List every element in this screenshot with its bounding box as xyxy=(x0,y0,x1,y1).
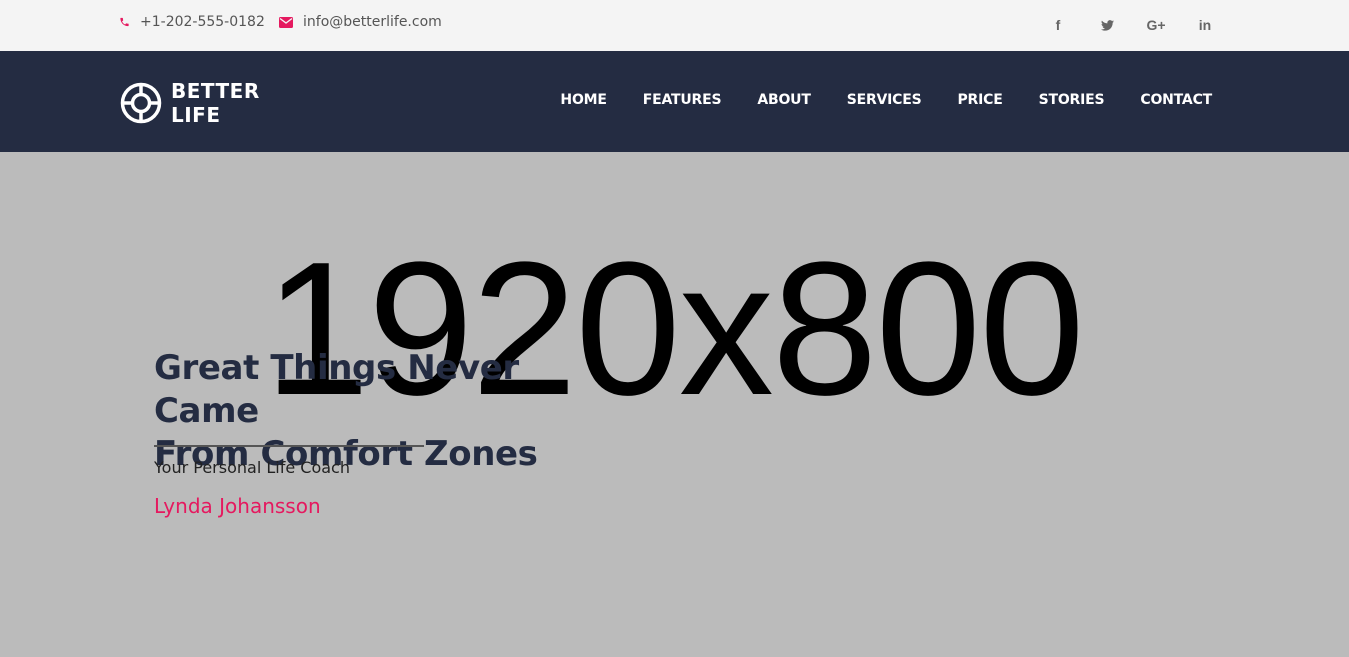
hero-headline: Great Things Never Came From Comfort Zon… xyxy=(154,347,634,476)
phone-icon xyxy=(120,17,129,27)
nav-menu: HOME FEATURES ABOUT SERVICES PRICE STORI… xyxy=(524,92,1212,108)
phone-number: +1-202-555-0182 xyxy=(140,14,265,30)
social-links: f G+ in xyxy=(1019,16,1215,34)
brand-name: BETTER LIFE xyxy=(171,79,260,127)
nav-item-stories[interactable]: STORIES xyxy=(1039,92,1105,108)
email-address: info@betterlife.com xyxy=(303,14,442,30)
brand-logo[interactable]: BETTER LIFE xyxy=(120,79,260,127)
nav-item-price[interactable]: PRICE xyxy=(958,92,1003,108)
hero-author: Lynda Johansson xyxy=(154,494,321,518)
nav-item-home[interactable]: HOME xyxy=(560,92,607,108)
hero-divider xyxy=(154,445,424,447)
google-plus-icon[interactable]: G+ xyxy=(1146,16,1166,34)
email-contact[interactable]: info@betterlife.com xyxy=(279,14,442,30)
nav-item-contact[interactable]: CONTACT xyxy=(1140,92,1212,108)
brand-line-1: BETTER xyxy=(171,79,260,103)
envelope-icon xyxy=(279,16,293,28)
phone-contact[interactable]: +1-202-555-0182 xyxy=(119,14,265,30)
facebook-icon[interactable]: f xyxy=(1048,16,1068,34)
hero-tagline: Your Personal Life Coach xyxy=(154,458,350,477)
main-navbar: BETTER LIFE HOME FEATURES ABOUT SERVICES… xyxy=(0,51,1349,152)
hero-banner: 1920x800 Great Things Never Came From Co… xyxy=(0,152,1349,657)
brand-line-2: LIFE xyxy=(171,103,221,127)
nav-item-features[interactable]: FEATURES xyxy=(643,92,722,108)
nav-item-services[interactable]: SERVICES xyxy=(847,92,922,108)
headline-line-1: Great Things Never Came xyxy=(154,348,519,431)
linkedin-icon[interactable]: in xyxy=(1195,16,1215,34)
lifebuoy-icon xyxy=(120,82,162,124)
nav-item-about[interactable]: ABOUT xyxy=(757,92,811,108)
top-bar: +1-202-555-0182 info@betterlife.com f G+… xyxy=(0,0,1349,51)
twitter-icon[interactable] xyxy=(1097,16,1117,34)
